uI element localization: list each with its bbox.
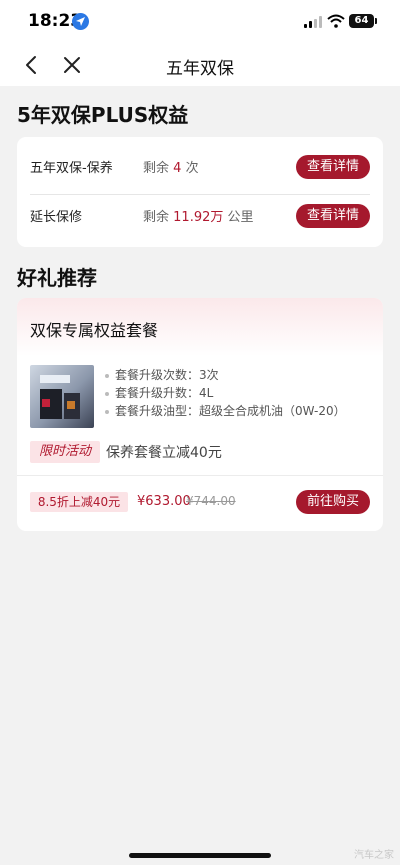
location-arrow-icon bbox=[72, 13, 89, 30]
remain-prefix: 剩余 bbox=[143, 210, 170, 225]
bullet-icon bbox=[105, 373, 109, 378]
package-header: 双保专属权益套餐 bbox=[17, 298, 383, 356]
wifi-icon bbox=[327, 14, 345, 28]
package-divider bbox=[17, 475, 383, 476]
recommend-section-title: 好礼推荐 bbox=[17, 266, 97, 290]
cellular-signal-icon bbox=[304, 16, 322, 28]
buy-button[interactable]: 前往购买 bbox=[296, 490, 370, 514]
benefit-remaining: 剩余 11.92万 公里 bbox=[143, 206, 254, 225]
benefit-remaining: 剩余 4 次 bbox=[143, 157, 199, 176]
benefit-row-warranty: 延长保修 剩余 11.92万 公里 查看详情 bbox=[17, 189, 383, 243]
benefits-card: 五年双保-保养 剩余 4 次 查看详情 延长保修 剩余 11.92万 公里 查看… bbox=[17, 137, 383, 247]
benefit-label: 延长保修 bbox=[30, 210, 83, 225]
remain-unit: 公里 bbox=[227, 210, 254, 225]
bullet-icon bbox=[105, 391, 109, 396]
remain-prefix: 剩余 bbox=[143, 161, 170, 176]
package-features: 套餐升级次数：3次 套餐升级升数：4L 套餐升级油型：超级全合成机油（0W-20… bbox=[105, 366, 346, 420]
view-details-button[interactable]: 查看详情 bbox=[296, 204, 370, 228]
promo-text: 保养套餐立减40元 bbox=[106, 445, 222, 461]
benefit-label: 五年双保-保养 bbox=[30, 161, 113, 176]
feature-item: 套餐升级油型：超级全合成机油（0W-20） bbox=[105, 402, 346, 420]
status-bar: 18:23 64 bbox=[0, 0, 400, 44]
benefit-row-maintenance: 五年双保-保养 剩余 4 次 查看详情 bbox=[17, 140, 383, 195]
remain-unit: 次 bbox=[185, 161, 199, 176]
remain-value: 11.92万 bbox=[173, 210, 224, 225]
current-price: ¥633.00 bbox=[137, 494, 191, 509]
view-details-button[interactable]: 查看详情 bbox=[296, 155, 370, 179]
feature-text: 套餐升级油型：超级全合成机油（0W-20） bbox=[115, 404, 346, 418]
battery-cap bbox=[375, 18, 377, 24]
battery-icon: 64 bbox=[349, 14, 374, 28]
watermark: 汽车之家 bbox=[354, 850, 394, 861]
remain-value: 4 bbox=[173, 161, 182, 176]
nav-bar: 五年双保 bbox=[0, 44, 400, 86]
feature-item: 套餐升级次数：3次 bbox=[105, 366, 346, 384]
feature-item: 套餐升级升数：4L bbox=[105, 384, 346, 402]
promo-badge: 限时活动 bbox=[30, 441, 100, 463]
package-card[interactable]: 双保专属权益套餐 套餐升级次数：3次 套餐升级升数：4L 套餐升级油型：超级全合… bbox=[17, 298, 383, 531]
package-thumbnail[interactable] bbox=[30, 365, 94, 428]
bullet-icon bbox=[105, 409, 109, 414]
discount-tag: 8.5折上减40元 bbox=[30, 492, 128, 512]
benefits-section-title: 5年双保PLUS权益 bbox=[17, 103, 189, 127]
battery-level: 64 bbox=[354, 15, 369, 26]
home-indicator[interactable] bbox=[129, 853, 271, 858]
page-title: 五年双保 bbox=[166, 59, 234, 79]
original-price: ¥744.00 bbox=[186, 494, 236, 508]
feature-text: 套餐升级次数：3次 bbox=[115, 368, 219, 382]
feature-text: 套餐升级升数：4L bbox=[115, 386, 214, 400]
package-title: 双保专属权益套餐 bbox=[30, 321, 159, 340]
